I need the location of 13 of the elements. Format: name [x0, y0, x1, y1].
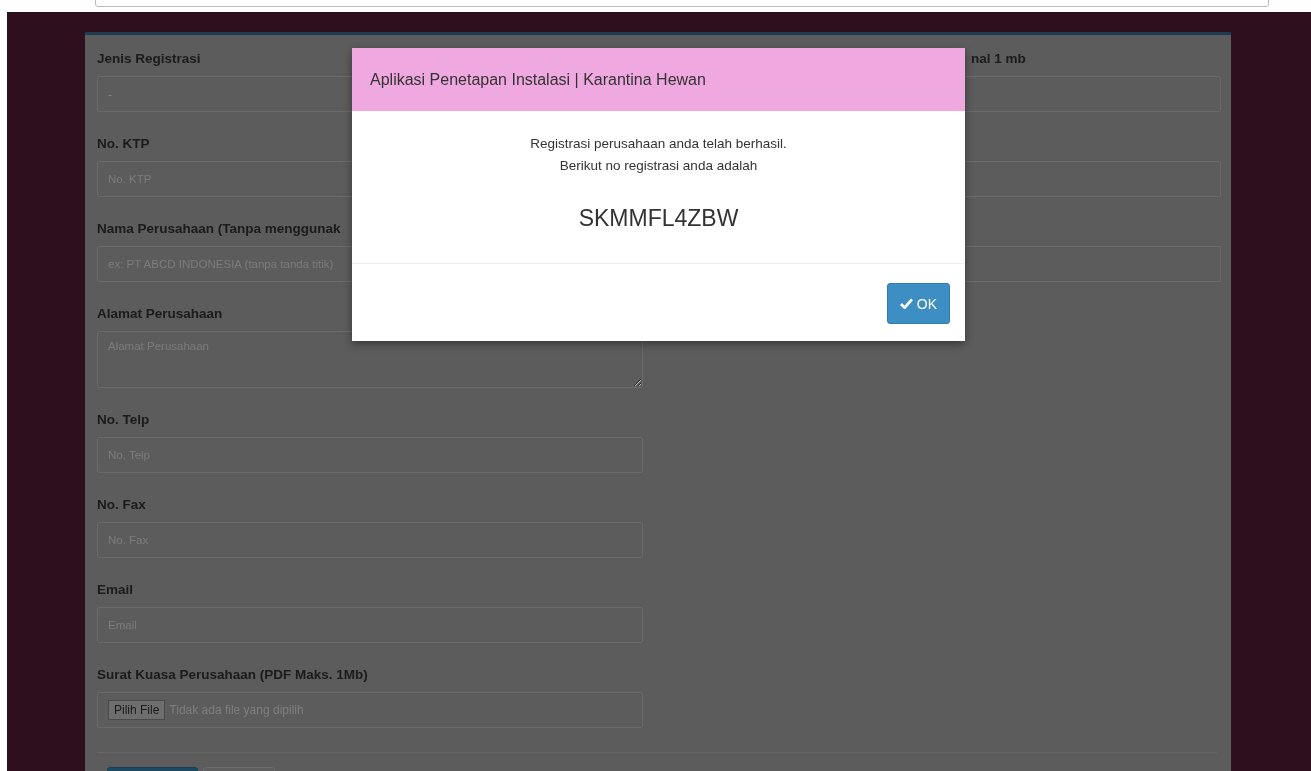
field-label: No. KTP: [97, 136, 150, 153]
dialog-title: Aplikasi Penetapan Instalasi | Karantina Hewan: [370, 70, 706, 89]
registration-number: SKMMFL4ZBW: [577, 205, 740, 232]
field-label: No. Fax: [97, 497, 146, 514]
field-label: Jenis Registrasi: [97, 51, 201, 68]
field-label: Nama Perusahaan (Tanpa menggunak: [97, 221, 341, 238]
field-label: Surat Kuasa Perusahaan (PDF Maks. 1Mb): [97, 667, 368, 684]
field-label: No. Telp: [97, 412, 150, 429]
field-label: nal 1 mb: [970, 51, 1026, 68]
dialog-message: Registrasi perusahaan anda telah berhasil.: [529, 135, 788, 153]
dialog-message: Berikut no registrasi anda adalah: [558, 157, 759, 175]
field-label: Email: [97, 582, 134, 599]
field-label: Alamat Perusahaan: [97, 306, 223, 323]
